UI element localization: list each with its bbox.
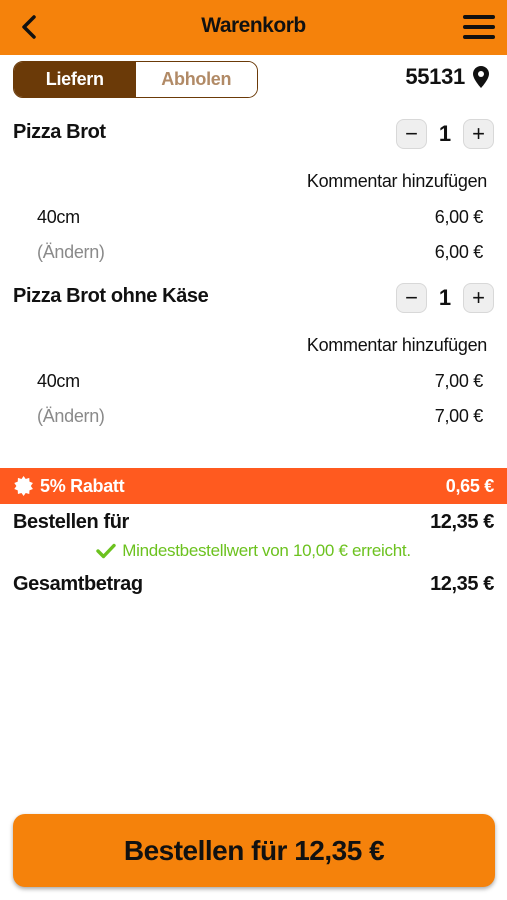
item-total-row: (Ändern) 7,00 € [37,406,483,427]
total-label: Gesamtbetrag [13,573,143,595]
cart-item-name: Pizza Brot ohne Käse [13,285,209,307]
delivery-location[interactable]: 55131 [405,64,489,90]
badge-icon [14,476,33,496]
item-size: 40cm [37,371,80,391]
item-option-row: 40cm 6,00 € [37,207,483,228]
hamburger-menu-icon[interactable] [461,12,497,42]
order-for-value: 12,35 € [430,511,494,533]
page-title: Warenkorb [201,14,306,37]
discount-banner: 5% Rabatt 0,65 € [0,468,507,504]
discount-label: 5% Rabatt [40,475,125,496]
add-comment-link[interactable]: Kommentar hinzufügen [307,335,487,356]
order-for-row: Bestellen für 12,35 € [13,511,494,534]
decrease-quantity-button[interactable]: − [396,119,427,149]
decrease-quantity-button[interactable]: − [396,283,427,313]
minimum-order-text: Mindestbestellwert von 10,00 € erreicht. [122,541,411,560]
quantity-value: 1 [438,121,452,146]
change-item-link[interactable]: (Ändern) [37,406,105,427]
total-row: Gesamtbetrag 12,35 € [13,573,494,596]
item-total: 7,00 € [434,406,484,426]
app-header: Warenkorb [0,0,507,55]
delivery-mode-toggle: Liefern Abholen [13,61,258,98]
toggle-deliver[interactable]: Liefern [14,62,136,97]
total-value: 12,35 € [430,573,494,595]
increase-quantity-button[interactable]: + [463,119,494,149]
item-size-price: 6,00 € [434,207,484,227]
quantity-stepper: − 1 + [396,283,494,313]
zip-code: 55131 [405,64,465,89]
increase-quantity-button[interactable]: + [463,283,494,313]
item-option-row: 40cm 7,00 € [37,371,483,392]
place-order-button[interactable]: Bestellen für 12,35 € [13,814,495,887]
map-pin-icon [473,66,489,88]
item-total-row: (Ändern) 6,00 € [37,242,483,263]
change-item-link[interactable]: (Ändern) [37,242,105,263]
discount-amount: 0,65 € [445,475,495,496]
item-total: 6,00 € [434,242,484,262]
quantity-value: 1 [438,285,452,310]
cart-item-name: Pizza Brot [13,121,106,143]
toggle-pickup[interactable]: Abholen [135,62,257,97]
item-size: 40cm [37,207,80,227]
add-comment-link[interactable]: Kommentar hinzufügen [307,171,487,192]
quantity-stepper: − 1 + [396,119,494,149]
checkmark-icon [96,543,116,559]
item-size-price: 7,00 € [434,371,484,391]
order-for-label: Bestellen für [13,511,129,533]
minimum-order-message: Mindestbestellwert von 10,00 € erreicht. [0,541,507,561]
